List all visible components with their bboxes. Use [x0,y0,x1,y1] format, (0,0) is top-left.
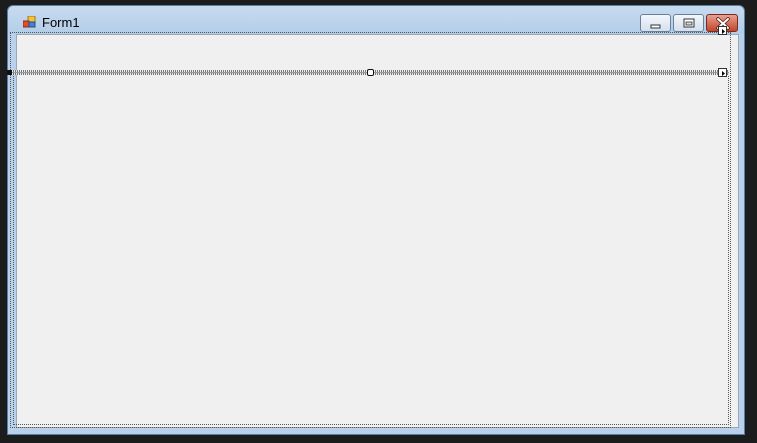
minimize-icon [650,24,661,29]
smart-tag-arrow-icon [722,29,725,34]
smart-tag-glyph-splitter[interactable] [718,68,727,77]
form-icon [22,15,36,28]
maximize-icon [683,18,695,28]
smart-tag-arrow-icon [722,71,725,76]
selection-handle-middle[interactable] [367,69,374,76]
maximize-button[interactable] [673,14,704,32]
title-bar[interactable]: Form1 [8,6,744,34]
window-title: Form1 [42,15,80,30]
minimize-button[interactable] [640,14,671,32]
panel2-outline [13,73,729,425]
smart-tag-glyph-top[interactable] [718,26,727,35]
selection-handle-left[interactable] [7,70,12,75]
